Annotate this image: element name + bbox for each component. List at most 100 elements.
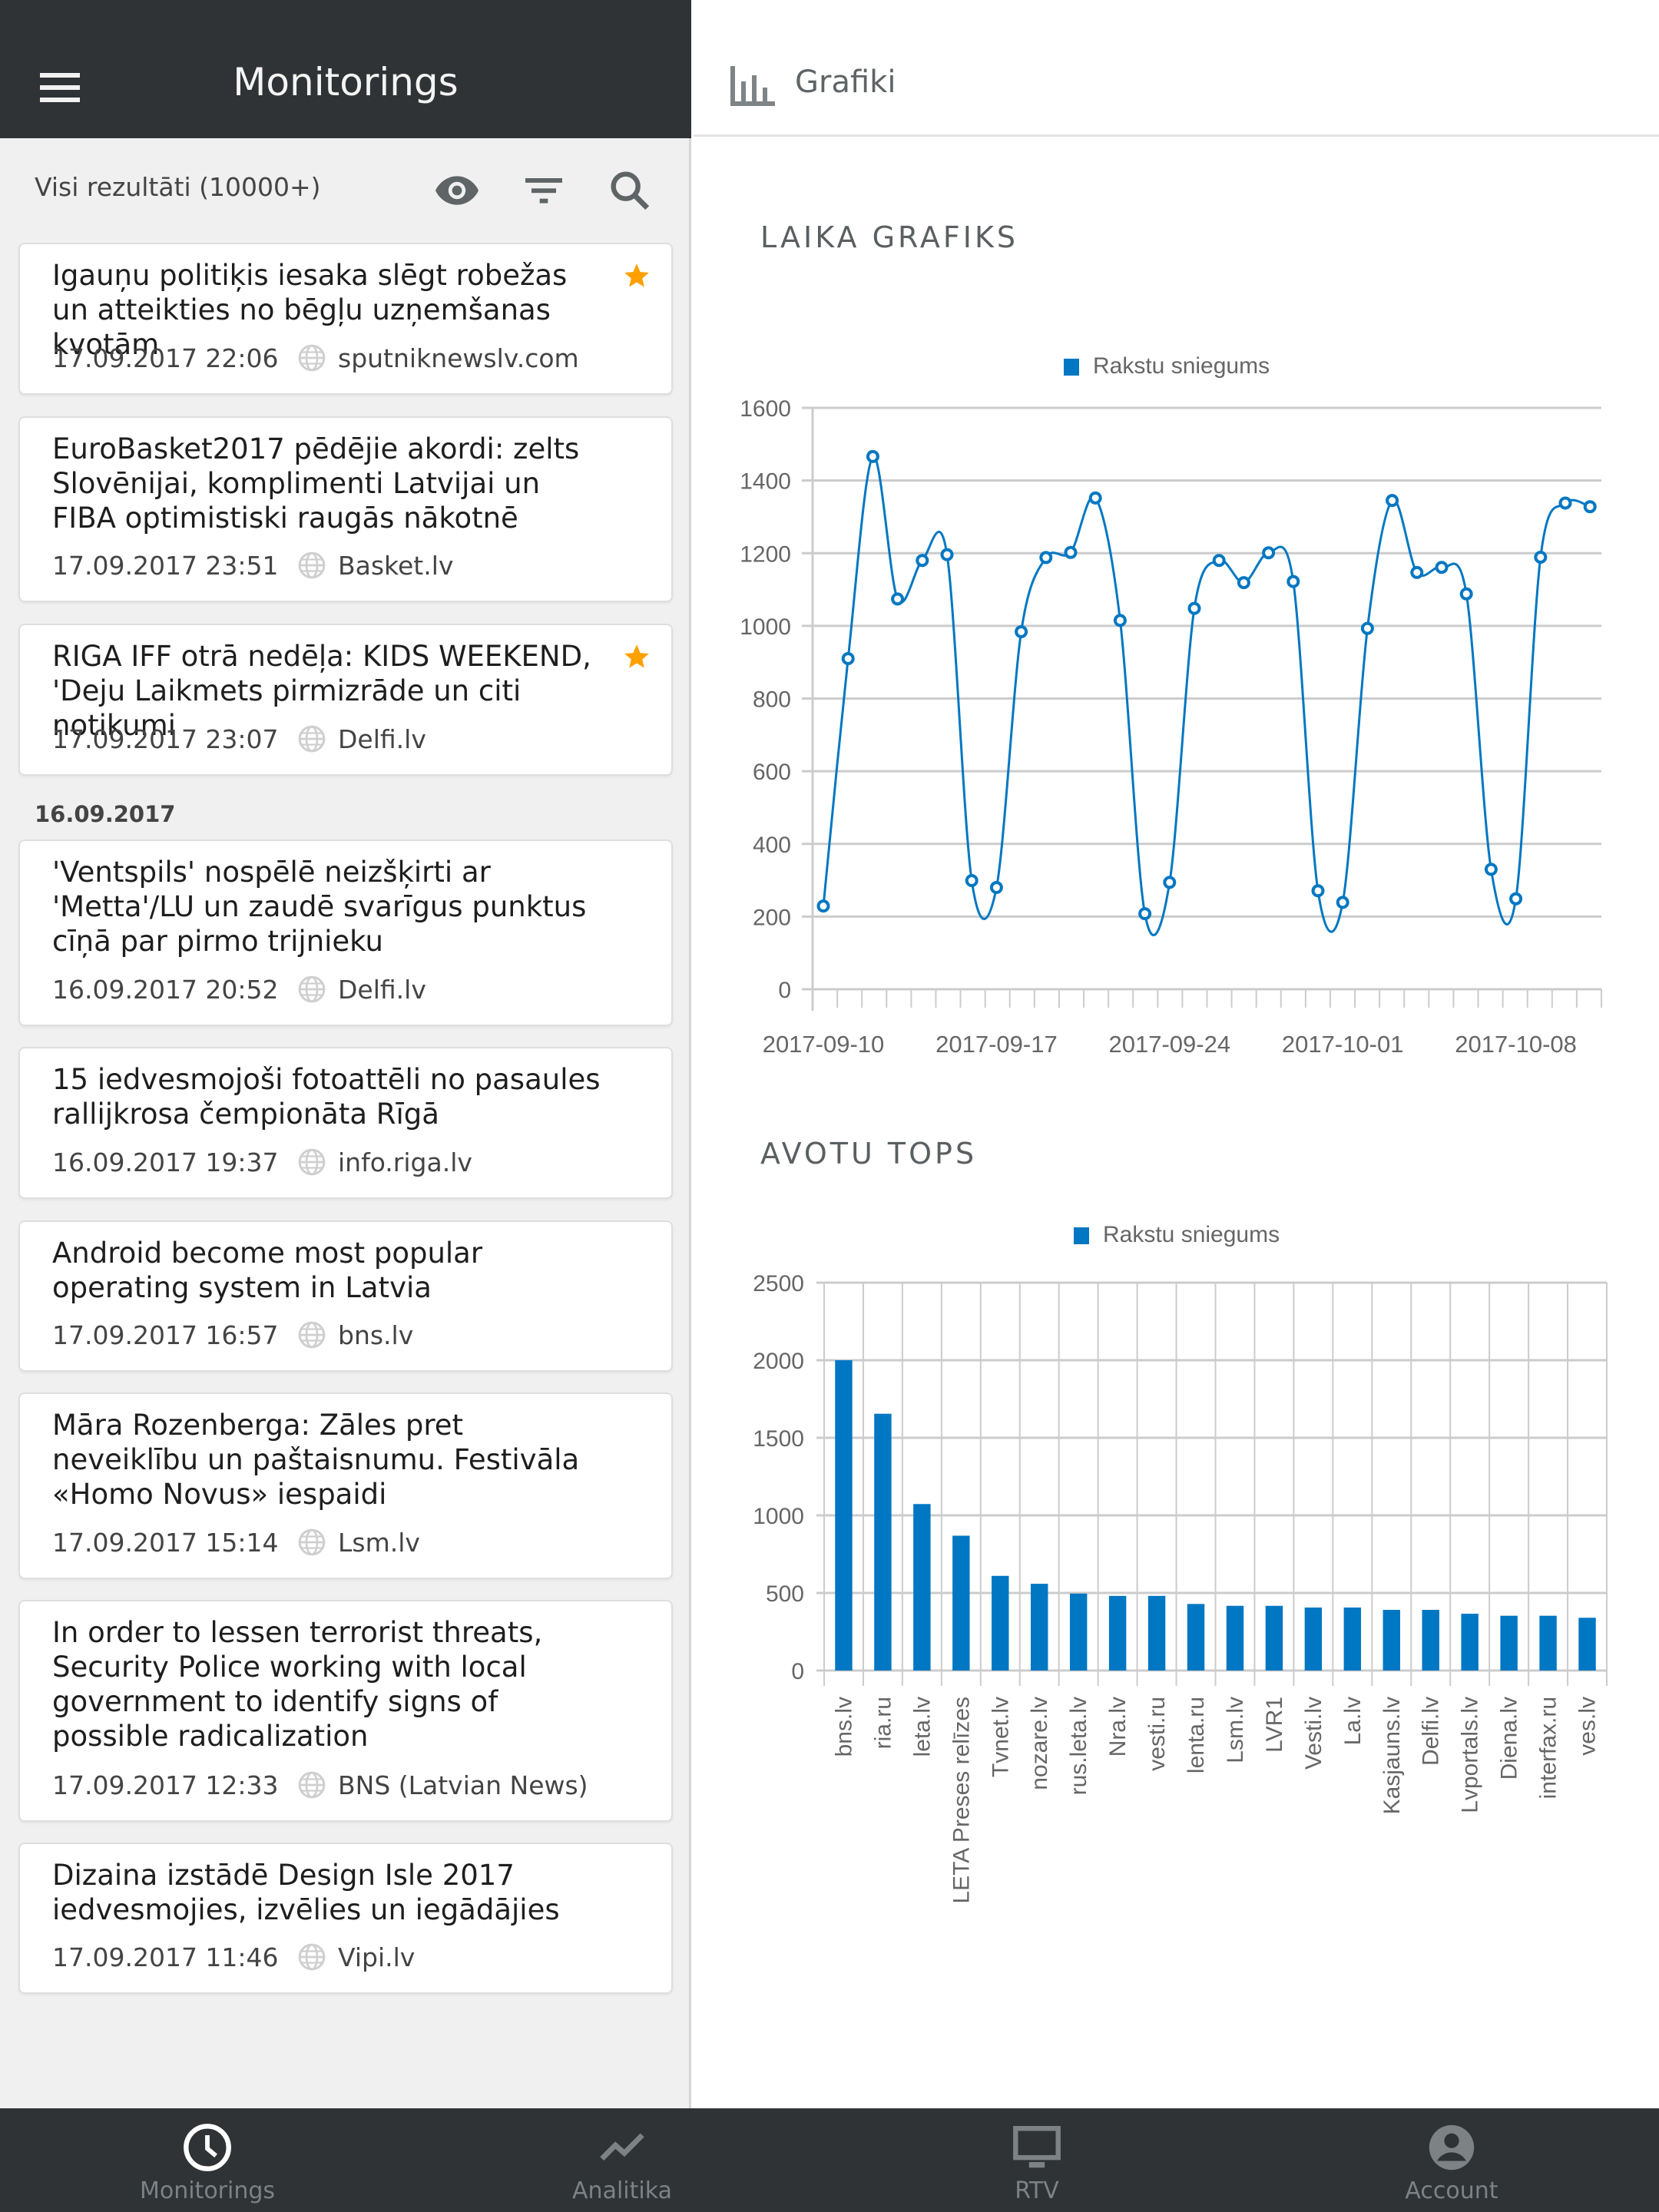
news-meta: 17.09.2017 11:46 Vipi.lv: [52, 1940, 415, 1974]
account-icon: [1429, 2124, 1475, 2171]
data-point: [1435, 561, 1449, 575]
x-category-label: Diena.lv: [1497, 1697, 1522, 1780]
data-point: [1534, 550, 1548, 564]
nav-label: Monitorings: [139, 2177, 276, 2204]
news-source[interactable]: Lsm.lv: [338, 1528, 420, 1558]
news-source[interactable]: Basket.lv: [338, 551, 453, 581]
data-point: [965, 874, 979, 888]
x-category-label: leta.lv: [909, 1697, 935, 1757]
bar: [1265, 1605, 1283, 1671]
x-category-label: Lsm.lv: [1223, 1697, 1248, 1763]
star-icon[interactable]: [622, 642, 651, 671]
globe-icon: [298, 725, 326, 753]
news-source[interactable]: BNS (Latvian News): [338, 1770, 588, 1800]
data-point: [1459, 587, 1473, 601]
bar: [913, 1504, 931, 1671]
news-meta: 17.09.2017 23:51 Basket.lv: [52, 548, 453, 582]
charts-title: Grafiki: [795, 65, 896, 100]
news-title: EuroBasket2017 pēdējie akordi: zelts Slo…: [52, 432, 580, 535]
nav-monitorings[interactable]: Monitorings: [0, 2108, 415, 2212]
globe-icon: [298, 344, 326, 372]
data-point: [1113, 614, 1127, 628]
nav-rtv[interactable]: RTV: [830, 2108, 1244, 2212]
data-point: [816, 899, 830, 913]
news-source[interactable]: bns.lv: [338, 1320, 413, 1350]
news-source[interactable]: Vipi.lv: [338, 1942, 415, 1972]
y-tick-label: 1000: [740, 614, 791, 640]
globe-icon: [298, 1943, 326, 1971]
news-card[interactable]: Android become most popular operating sy…: [18, 1220, 673, 1372]
y-tick-label: 1600: [740, 396, 791, 422]
x-category-label: La.lv: [1340, 1697, 1366, 1745]
news-card[interactable]: Māra Rozenberga: Zāles pret neveiklību u…: [18, 1392, 673, 1579]
x-category-label: Lvportals.lv: [1458, 1697, 1483, 1813]
y-tick-label: 200: [753, 905, 791, 930]
legend-swatch: [1074, 1227, 1089, 1244]
search-icon[interactable]: [605, 166, 654, 215]
news-meta: 17.09.2017 15:14 Lsm.lv: [52, 1525, 420, 1559]
date-separator: 16.09.2017: [35, 801, 176, 827]
series-line: [822, 455, 1591, 936]
news-time: 17.09.2017 16:57: [52, 1320, 279, 1350]
news-card[interactable]: Igauņu politiķis iesaka slēgt robežas un…: [18, 243, 673, 395]
y-tick-label: 800: [753, 687, 791, 713]
results-toolbar: Visi rezultāti (10000+): [0, 138, 691, 238]
app-header: Monitorings: [0, 0, 691, 138]
charts-canvas: Rakstu sniegums 0 200 400 600 800 1000 1200 1400…: [740, 353, 1608, 1904]
data-point: [1212, 554, 1226, 568]
filter-icon[interactable]: [519, 166, 568, 215]
data-point: [1311, 884, 1325, 898]
x-category-label: rus.leta.lv: [1066, 1697, 1091, 1795]
news-source[interactable]: Delfi.lv: [338, 724, 426, 754]
news-title: Android become most popular operating sy…: [52, 1237, 483, 1304]
x-tick-label: 2017-09-17: [935, 1031, 1058, 1058]
data-point: [1262, 546, 1276, 560]
nav-account[interactable]: Account: [1244, 2108, 1659, 2212]
x-category-label: vesti.ru: [1144, 1697, 1170, 1771]
news-meta: 17.09.2017 12:33 BNS (Latvian News): [52, 1768, 588, 1802]
nav-label: RTV: [1015, 2177, 1059, 2204]
news-card[interactable]: 15 iedvesmojoši fotoattēli no pasaules r…: [18, 1047, 673, 1199]
eye-icon[interactable]: [432, 166, 482, 215]
news-card[interactable]: 'Ventspils' nospēlē neizšķirti ar 'Metta…: [18, 839, 673, 1026]
charts-header: Grafiki: [694, 0, 1659, 137]
data-point: [1558, 496, 1572, 510]
news-card[interactable]: EuroBasket2017 pēdējie akordi: zelts Slo…: [18, 416, 673, 602]
x-category-label: lenta.ru: [1184, 1697, 1209, 1773]
bar: [1187, 1604, 1205, 1671]
news-card[interactable]: In order to lessen terrorist threats, Se…: [18, 1600, 673, 1822]
news-meta: 16.09.2017 20:52 Delfi.lv: [52, 972, 426, 1006]
x-category-label: LVR1: [1262, 1697, 1287, 1753]
news-card[interactable]: RIGA IFF otrā nedēļa: KIDS WEEKEND, 'Dej…: [18, 624, 673, 776]
monitorings-panel: Monitorings Visi rezultāti (10000+) Igau…: [0, 0, 691, 2108]
x-tick-label: 2017-09-10: [763, 1031, 885, 1058]
news-source[interactable]: info.riga.lv: [338, 1147, 472, 1177]
y-tick-label: 400: [753, 833, 791, 858]
x-category-label: ria.ru: [870, 1697, 896, 1749]
y-tick-label: 0: [791, 1659, 804, 1684]
y-tick-label: 1500: [753, 1426, 804, 1452]
bar: [952, 1535, 970, 1671]
clock-icon: [184, 2124, 231, 2171]
globe-icon: [298, 551, 326, 579]
news-card[interactable]: Dizaina izstādē Design Isle 2017 iedvesm…: [18, 1843, 673, 1994]
data-point: [1187, 601, 1201, 615]
data-point: [1509, 892, 1523, 906]
bar: [1578, 1618, 1596, 1671]
star-icon[interactable]: [622, 261, 651, 290]
bar: [874, 1413, 892, 1671]
nav-analitika[interactable]: Analitika: [415, 2108, 830, 2212]
data-point: [1286, 575, 1300, 588]
news-source[interactable]: sputniknewslv.com: [338, 343, 579, 373]
results-count: Visi rezultāti (10000+): [35, 172, 321, 202]
legend-label: Rakstu sniegums: [1093, 353, 1270, 379]
globe-icon: [298, 975, 326, 1003]
bar: [1500, 1615, 1518, 1671]
news-meta: 17.09.2017 16:57 bns.lv: [52, 1318, 413, 1352]
bar: [1069, 1593, 1088, 1671]
news-title: Dizaina izstādē Design Isle 2017 iedvesm…: [52, 1859, 560, 1926]
y-tick-label: 1400: [740, 469, 791, 495]
page-title: Monitorings: [233, 60, 459, 104]
news-source[interactable]: Delfi.lv: [338, 975, 426, 1005]
data-point: [841, 651, 855, 665]
